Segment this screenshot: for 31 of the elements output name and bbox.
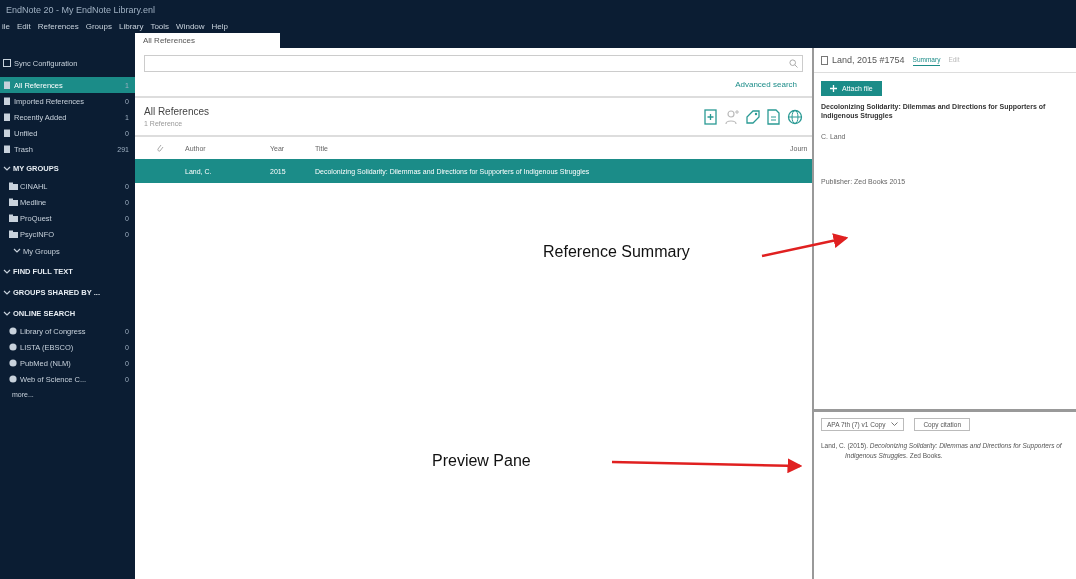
caret-icon (891, 422, 899, 427)
menu-item[interactable]: Tools (150, 21, 170, 31)
menu-item[interactable]: Help (211, 21, 228, 31)
folder-icon (9, 230, 18, 238)
menu-item[interactable]: Library (118, 21, 144, 31)
list-title: All References (144, 106, 210, 117)
menu-item[interactable]: Edit (17, 21, 31, 31)
annotation-label: Preview Pane (432, 452, 531, 470)
menu-item[interactable]: ile (2, 21, 10, 31)
folder-icon (9, 214, 18, 222)
menu-item[interactable]: Window (176, 21, 205, 31)
annotation-label: Reference Summary (543, 243, 690, 261)
globe-icon[interactable] (787, 108, 803, 125)
folder-icon (9, 198, 18, 206)
advanced-search-link[interactable]: Advanced search (735, 79, 797, 89)
plus-icon (830, 85, 837, 92)
checkbox-icon (3, 59, 12, 67)
menu-item[interactable]: References (37, 21, 79, 31)
search-icon (789, 59, 798, 68)
tab[interactable]: All References (135, 33, 280, 48)
add-person-icon[interactable] (724, 108, 740, 125)
folder-icon (9, 182, 18, 190)
document-icon[interactable] (766, 108, 782, 125)
reference-label: Land, 2015 #1754 (832, 55, 905, 65)
paperclip-icon (156, 143, 164, 153)
search-field[interactable] (144, 55, 803, 72)
tag-icon[interactable] (745, 108, 761, 125)
document-icon (821, 55, 828, 65)
add-reference-icon[interactable] (703, 108, 719, 125)
window-title: EndNote 20 - My EndNote Library.enl (6, 4, 155, 15)
menu-item[interactable]: Groups (85, 21, 112, 31)
